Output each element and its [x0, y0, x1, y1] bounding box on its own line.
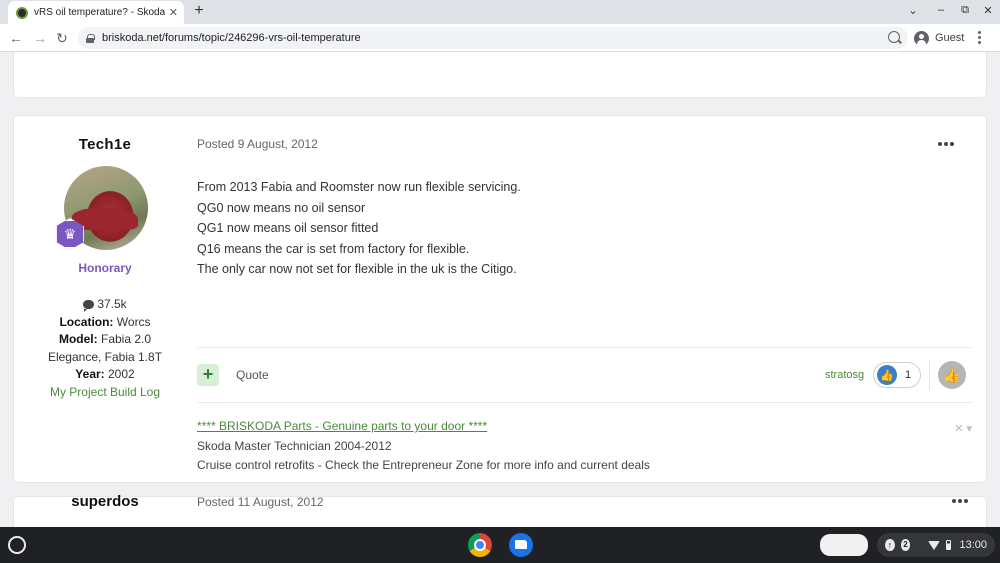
profile-label: Guest: [935, 32, 965, 44]
back-arrow-icon[interactable]: ←: [7, 29, 25, 47]
forward-arrow-icon[interactable]: →: [31, 29, 49, 47]
author-model: Model: Fabia 2.0: [58, 332, 152, 346]
tab-search-icon[interactable]: ⌄: [905, 4, 921, 17]
wifi-icon: [928, 540, 941, 550]
quote-button[interactable]: Quote: [236, 368, 269, 382]
author-stats: 37.5k Location: Worcs Model: Fabia 2.0 E…: [14, 296, 196, 401]
comment-icon: [83, 300, 95, 312]
author-location: Location: Worcs: [59, 314, 151, 329]
url-text[interactable]: briskoda.net/forums/topic/246296-vrs-oil…: [102, 32, 361, 44]
tab-strip: vRS oil temperature? - Skoda Fa ✕ + ⌄ – …: [0, 0, 1000, 24]
browser-toolbar: ← → ↻ briskoda.net/forums/topic/246296-v…: [0, 24, 1000, 52]
post-count: 37.5k: [14, 296, 196, 314]
rank-title: Honorary: [78, 261, 132, 275]
new-tab-button[interactable]: +: [190, 2, 208, 20]
launcher-icon[interactable]: [8, 536, 26, 554]
page-viewport[interactable]: Tech1e ♛ Honorary 37.5k Location: Worcs …: [0, 52, 1000, 527]
previous-post-card: [14, 52, 986, 97]
signature-link[interactable]: **** BRISKODA Parts - Genuine parts to y…: [197, 417, 972, 437]
signature-line: Cruise control retrofits - Check the Ent…: [197, 458, 650, 472]
project-build-log-link[interactable]: My Project Build Log: [14, 384, 196, 402]
next-author-name[interactable]: superdos: [14, 493, 196, 510]
files-app-icon[interactable]: [509, 533, 533, 557]
notification-count: 2: [900, 539, 911, 551]
author-model-continued: Elegance, Fabia 1.8T: [47, 349, 163, 364]
reaction-summary[interactable]: 👍 1: [873, 362, 921, 388]
post-line: Q16 means the car is set from factory fo…: [197, 241, 470, 256]
post-actions: + Quote stratosg 👍 1 👍: [197, 360, 972, 390]
hide-signature-icon[interactable]: ✕ ▾: [954, 420, 972, 440]
battery-icon: [946, 540, 952, 550]
divider: [929, 360, 930, 390]
signature-line: Skoda Master Technician 2004-2012: [197, 438, 392, 453]
browser-menu-icon[interactable]: [978, 31, 982, 45]
reload-icon[interactable]: ↻: [53, 29, 71, 47]
post-body: From 2013 Fabia and Roomster now run fle…: [197, 177, 521, 280]
divider: [197, 347, 972, 348]
thumbs-up-icon: 👍: [877, 365, 897, 385]
post-line: QG0 now means no oil sensor: [197, 200, 366, 215]
minimize-window-icon[interactable]: –: [933, 4, 949, 16]
post-card: Tech1e ♛ Honorary 37.5k Location: Worcs …: [14, 116, 986, 482]
lock-icon[interactable]: [86, 33, 95, 43]
restore-window-icon[interactable]: ⧉: [957, 4, 973, 17]
multiquote-button[interactable]: +: [197, 364, 219, 386]
status-area[interactable]: ↑ 2 13:00: [877, 533, 995, 557]
tab-title: vRS oil temperature? - Skoda Fa: [34, 7, 165, 18]
author-year: Year: 2002: [75, 367, 135, 381]
close-window-icon[interactable]: ✕: [980, 4, 996, 17]
clock: 13:00: [959, 539, 987, 551]
os-shelf: ↑ 2 13:00: [0, 527, 1000, 563]
post-more-icon[interactable]: [938, 142, 954, 146]
divider: [197, 402, 972, 403]
post-date[interactable]: Posted 9 August, 2012: [197, 137, 318, 151]
post-line: QG1 now means oil sensor fitted: [197, 221, 379, 235]
next-post-more-icon[interactable]: [952, 499, 968, 503]
signature: **** BRISKODA Parts - Genuine parts to y…: [197, 417, 972, 476]
address-bar[interactable]: briskoda.net/forums/topic/246296-vrs-oil…: [78, 27, 908, 49]
next-post-date[interactable]: Posted 11 August, 2012: [197, 495, 324, 509]
react-button[interactable]: 👍: [938, 361, 966, 389]
chrome-app-icon[interactable]: [468, 533, 492, 557]
profile-avatar-icon: [914, 30, 929, 46]
post-line: From 2013 Fabia and Roomster now run fle…: [197, 180, 521, 194]
zoom-icon[interactable]: [888, 31, 900, 43]
reaction-user-link[interactable]: stratosg: [825, 369, 864, 381]
browser-tab[interactable]: vRS oil temperature? - Skoda Fa ✕: [8, 1, 184, 24]
profile-button[interactable]: Guest: [910, 27, 973, 49]
reaction-count: 1: [905, 369, 912, 381]
update-icon: ↑: [885, 539, 895, 551]
tray-document-icon[interactable]: [820, 534, 868, 556]
author-name[interactable]: Tech1e: [14, 136, 196, 153]
next-post-card: superdos Posted 11 August, 2012: [14, 493, 986, 527]
site-favicon-icon: [16, 6, 28, 19]
post-line: The only car now not set for flexible in…: [197, 262, 517, 276]
tab-close-icon[interactable]: ✕: [169, 6, 178, 19]
